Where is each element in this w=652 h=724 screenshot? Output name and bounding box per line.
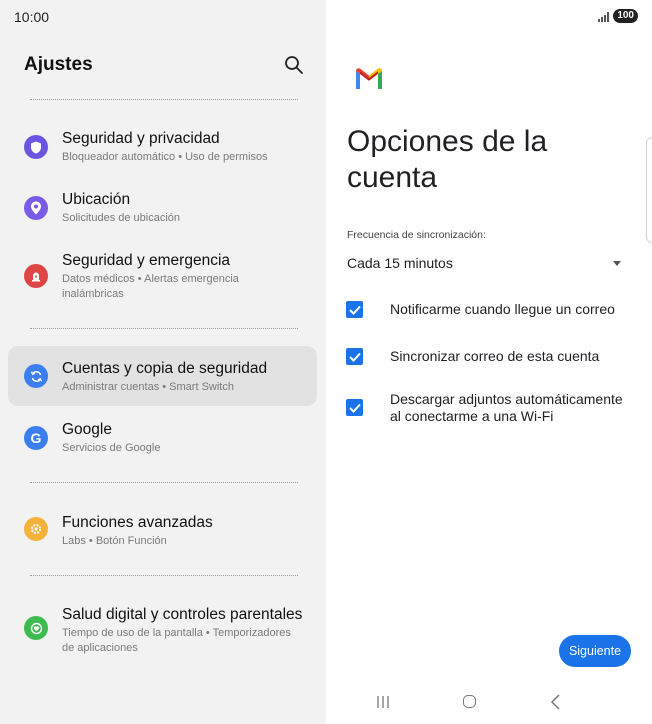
search-icon[interactable]	[284, 55, 304, 75]
sync-email-checkbox[interactable]	[346, 348, 363, 365]
settings-item-safety-emergency[interactable]: Seguridad y emergencia Datos médicos • A…	[8, 246, 317, 308]
google-icon: G	[24, 426, 48, 450]
settings-item-title: Cuentas y copia de seguridad	[62, 360, 268, 377]
divider	[30, 482, 298, 483]
emergency-icon	[24, 264, 48, 288]
settings-item-location[interactable]: Ubicación Solicitudes de ubicación	[8, 185, 317, 231]
settings-item-accounts-backup[interactable]: Cuentas y copia de seguridad Administrar…	[8, 346, 317, 406]
panel-handle[interactable]	[646, 137, 652, 243]
settings-item-title: Salud digital y controles parentales	[62, 606, 303, 623]
location-pin-icon	[24, 196, 48, 220]
settings-item-title: Google	[62, 421, 112, 438]
checkbox-label: Descargar adjuntos automáticamente al co…	[390, 391, 623, 424]
settings-pane: 10:00 Ajustes Seguridad y privacidad Blo…	[0, 0, 326, 724]
settings-item-title: Funciones avanzadas	[62, 514, 213, 531]
divider	[30, 99, 298, 100]
settings-title: Ajustes	[24, 54, 93, 75]
gmail-logo-icon	[356, 68, 382, 89]
gear-plus-icon	[24, 517, 48, 541]
settings-item-subtitle: Solicitudes de ubicación	[62, 212, 181, 224]
settings-item-subtitle: Bloqueador automático • Uso de permisos	[62, 151, 268, 163]
settings-item-subtitle: Labs • Botón Función	[62, 535, 167, 547]
settings-item-subtitle: Tiempo de uso de la pantalla • Temporiza…	[62, 627, 291, 654]
sync-frequency-dropdown[interactable]: Cada 15 minutos	[347, 255, 625, 275]
download-attachments-checkbox[interactable]	[346, 399, 363, 416]
checkbox-label: Sincronizar correo de esta cuenta	[390, 348, 600, 364]
checkbox-label: Notificarme cuando llegue un correo	[390, 301, 615, 317]
sync-icon	[24, 364, 48, 388]
sync-email-option[interactable]: Sincronizar correo de esta cuenta	[346, 347, 636, 367]
page-title: Opciones de la cuenta	[347, 125, 548, 194]
sync-frequency-label: Frecuencia de sincronización:	[347, 229, 486, 241]
settings-item-title: Ubicación	[62, 191, 131, 208]
heart-circle-icon	[24, 616, 48, 640]
settings-item-advanced-features[interactable]: Funciones avanzadas Labs • Botón Función	[8, 508, 317, 554]
settings-item-subtitle: Servicios de Google	[62, 442, 161, 454]
back-icon[interactable]	[550, 694, 562, 710]
download-attachments-option[interactable]: Descargar adjuntos automáticamente al co…	[346, 391, 636, 427]
status-icons: 100	[598, 9, 638, 23]
shield-icon	[24, 135, 48, 159]
divider	[30, 575, 298, 576]
notify-email-option[interactable]: Notificarme cuando llegue un correo	[346, 300, 636, 320]
settings-item-subtitle: Administrar cuentas • Smart Switch	[62, 381, 234, 393]
settings-item-title: Seguridad y emergencia	[62, 252, 231, 269]
settings-item-title: Seguridad y privacidad	[62, 130, 220, 147]
home-icon[interactable]	[463, 695, 476, 708]
settings-item-digital-wellbeing[interactable]: Salud digital y controles parentales Tie…	[8, 600, 317, 662]
divider	[30, 328, 298, 329]
settings-item-security-privacy[interactable]: Seguridad y privacidad Bloqueador automá…	[8, 124, 317, 170]
status-time: 10:00	[14, 9, 50, 25]
battery-icon: 100	[613, 9, 638, 23]
dropdown-arrow-icon	[613, 261, 621, 266]
notify-email-checkbox[interactable]	[346, 301, 363, 318]
next-button[interactable]: Siguiente	[559, 635, 631, 667]
signal-icon	[598, 11, 610, 22]
recents-icon[interactable]	[376, 695, 390, 709]
settings-item-google[interactable]: G Google Servicios de Google	[8, 415, 317, 461]
sync-frequency-value: Cada 15 minutos	[347, 255, 453, 271]
settings-item-subtitle: Datos médicos • Alertas emergencia inalá…	[62, 273, 239, 300]
